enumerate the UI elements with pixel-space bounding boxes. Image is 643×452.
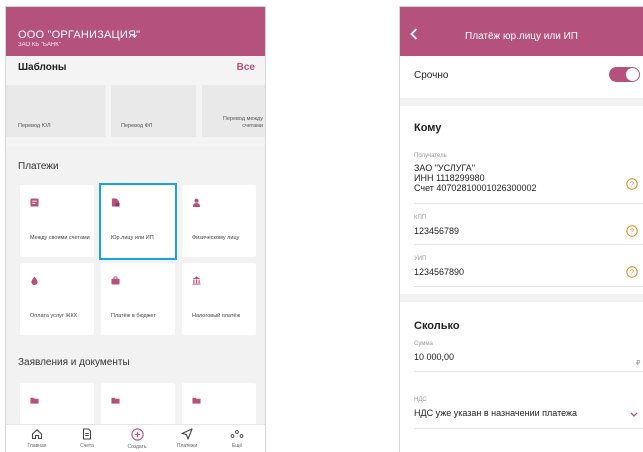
more-icon	[230, 430, 244, 438]
vat-caption: НДС	[414, 397, 427, 403]
field-divider	[414, 371, 643, 372]
field-divider	[414, 244, 643, 245]
chevron-down-icon[interactable]	[131, 33, 138, 40]
amount-field[interactable]: 10 000,00	[414, 352, 454, 362]
home-icon	[31, 429, 43, 440]
svg-text:?: ?	[630, 180, 634, 189]
main-screen: ООО "ОРГАНИЗАЦИЯ" ЗАО КБ "БАНК" Шаблоны …	[5, 6, 266, 452]
plus-circle-icon	[130, 428, 144, 441]
toggle-knob	[626, 68, 639, 81]
page-title: Платёж юр.лицу или ИП	[465, 31, 578, 42]
templates-section: Шаблоны Все Перевод ЮЛ Перевод ФЛ Перево…	[6, 56, 265, 147]
tab-payments[interactable]: Платежи	[162, 428, 212, 449]
bank-name: ЗАО КБ "БАНК"	[18, 42, 61, 48]
template-card[interactable]: Перевод между счетами	[202, 85, 265, 137]
payment-form-screen: Платёж юр.лицу или ИП Срочно Кому Получа…	[399, 6, 643, 452]
tab-label: Ещё	[231, 443, 243, 449]
recipient-account: Счет 40702810001026300002	[414, 183, 537, 193]
vat-select[interactable]: НДС уже указан в назначении платежа	[414, 408, 577, 418]
svg-text:?: ?	[630, 227, 634, 236]
tab-more[interactable]: Ещё	[212, 428, 262, 449]
field-divider	[414, 286, 643, 287]
form-header: Платёж юр.лицу или ИП	[400, 7, 643, 56]
urgent-label: Срочно	[414, 70, 449, 81]
tab-label: Создать	[127, 444, 147, 450]
recipient-name[interactable]: ЗАО "УСЛУГА"	[414, 163, 475, 173]
chevron-down-icon[interactable]	[630, 412, 638, 418]
payment-label: Оплата услуг ЖКХ	[30, 313, 78, 319]
currency-symbol: ₽	[636, 360, 641, 367]
to-section-title: Кому	[414, 122, 442, 134]
amount-caption: Сумма	[414, 341, 433, 347]
folder-icon	[30, 397, 39, 404]
svg-text:?: ?	[630, 268, 634, 277]
selection-highlight	[99, 183, 177, 260]
document-icon	[30, 198, 39, 207]
payment-utilities[interactable]: Оплата услуг ЖКХ	[20, 263, 94, 335]
folder-icon	[111, 397, 120, 404]
payment-tax[interactable]: Налоговый платёж	[182, 263, 256, 335]
app-header: ООО "ОРГАНИЗАЦИЯ" ЗАО КБ "БАНК"	[6, 7, 265, 56]
briefcase-icon	[111, 276, 120, 285]
tab-accounts[interactable]: Счета	[62, 428, 112, 449]
tab-label: Платежи	[176, 443, 198, 449]
urgent-toggle[interactable]	[609, 67, 640, 82]
tab-label: Главная	[27, 443, 47, 449]
template-label: Перевод между счетами	[222, 116, 263, 129]
payment-between-own-accounts[interactable]: Между своими счетами	[20, 185, 94, 257]
drop-icon	[31, 276, 38, 285]
payment-label: Физическому лицу	[192, 235, 240, 241]
send-icon	[181, 428, 193, 440]
kpp-caption: КПП	[414, 215, 427, 221]
kpp-field[interactable]: 123456789	[414, 226, 459, 236]
uip-field[interactable]: 1234567890	[414, 267, 464, 277]
folder-icon	[192, 397, 201, 404]
documents-title: Заявления и документы	[18, 357, 130, 368]
field-divider	[414, 203, 643, 204]
payments-title: Платежи	[18, 161, 59, 172]
help-icon[interactable]: ?	[626, 266, 638, 278]
bank-icon	[192, 276, 201, 285]
uip-caption: УИП	[414, 256, 427, 262]
payment-individual[interactable]: Физическому лицу	[182, 185, 256, 257]
template-label: Перевод ЮЛ	[18, 123, 51, 129]
recipient-caption: Получатель	[414, 153, 447, 159]
help-icon[interactable]: ?	[626, 225, 638, 237]
person-icon	[192, 198, 201, 207]
payment-label: Налоговый платёж	[192, 313, 241, 319]
payment-label: Между своими счетами	[30, 235, 90, 241]
template-card[interactable]: Перевод ЮЛ	[6, 85, 106, 137]
payment-budget[interactable]: Платёж в бюджет	[101, 263, 175, 335]
payment-label: Платёж в бюджет	[111, 313, 156, 319]
tab-create[interactable]: Создать	[112, 428, 162, 450]
templates-all-link[interactable]: Все	[237, 62, 255, 73]
template-card[interactable]: Перевод ФЛ	[111, 85, 196, 137]
recipient-inn: ИНН 1118299980	[414, 173, 485, 183]
amount-section-title: Сколько	[414, 320, 460, 332]
organization-selector[interactable]: ООО "ОРГАНИЗАЦИЯ"	[18, 29, 140, 41]
help-icon[interactable]: ?	[626, 178, 638, 190]
tab-home[interactable]: Главная	[12, 428, 62, 449]
bottom-tab-bar: Главная Счета Создать Платежи Ещё	[6, 424, 265, 452]
section-separator	[400, 98, 643, 106]
template-label: Перевод ФЛ	[121, 123, 153, 129]
section-separator	[400, 294, 643, 302]
templates-title: Шаблоны	[18, 62, 67, 73]
field-divider	[414, 428, 643, 429]
tab-label: Счета	[80, 443, 94, 449]
file-icon	[82, 428, 92, 440]
